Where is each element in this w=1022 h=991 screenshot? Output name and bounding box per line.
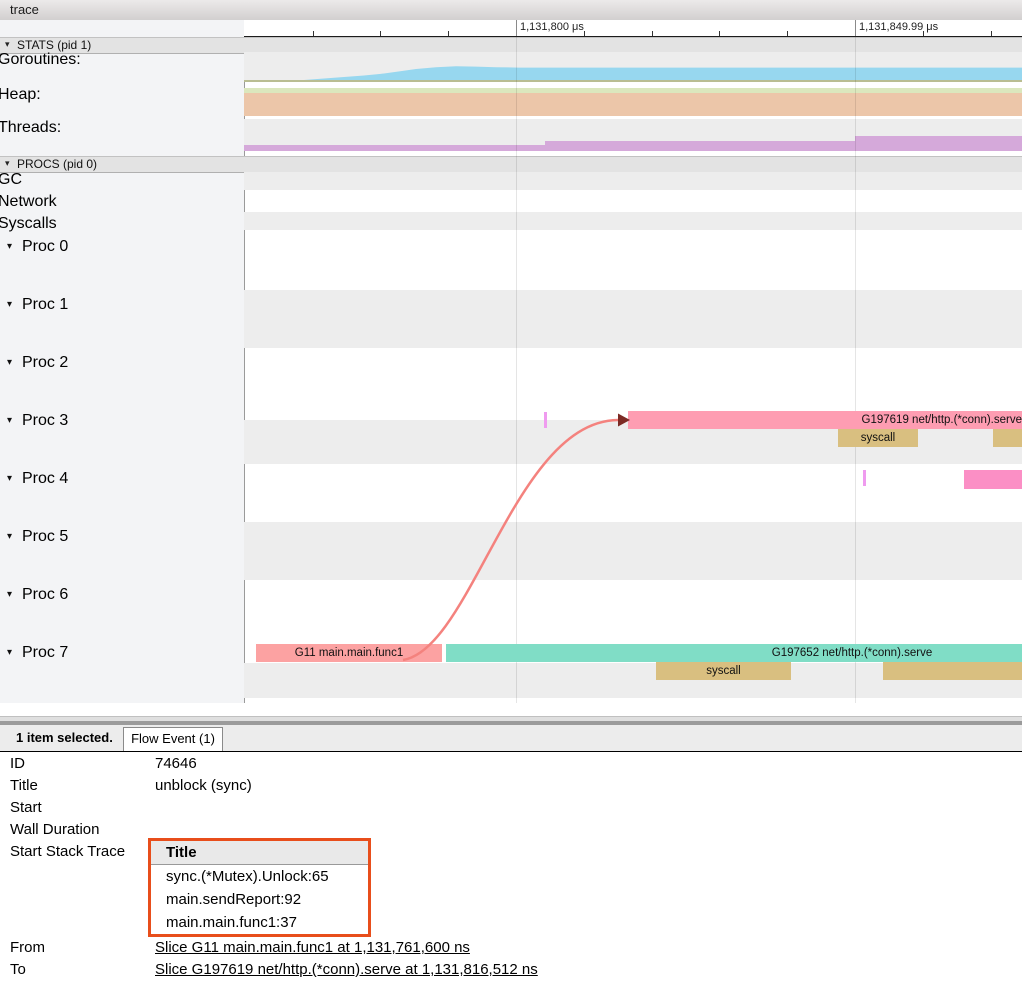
field-value-id: 74646: [155, 755, 197, 772]
gridline: [516, 37, 517, 703]
proc6-triangle-icon[interactable]: ▾: [7, 586, 12, 604]
selection-count: 1 item selected.: [16, 725, 113, 751]
field-label-id: ID: [10, 755, 25, 772]
proc7-syscall-slice[interactable]: syscall: [656, 662, 791, 680]
track-label-goroutines: Goroutines:: [0, 51, 81, 69]
ruler-minor-tick: [652, 31, 653, 36]
track-label-heap: Heap:: [0, 86, 41, 104]
window-titlebar: trace: [0, 0, 1022, 21]
ruler-label: 1,131,849.99 μs: [859, 21, 938, 33]
proc7-triangle-icon[interactable]: ▾: [7, 644, 12, 662]
proc5-track[interactable]: [244, 522, 1022, 580]
ruler-major-tick: 1,131,800 μs: [516, 20, 584, 36]
goroutines-baseline: [244, 80, 1022, 82]
slice-g197619[interactable]: G197619 net/http.(*conn).serve: [628, 411, 1022, 429]
heap-area-chart[interactable]: [244, 93, 1022, 116]
trace-viewer-window: trace 1,131,800 μs 1,131,849.99 μs ▾ STA…: [0, 0, 1022, 991]
proc3-syscall-slice-2[interactable]: [993, 429, 1022, 447]
track-label-proc4: Proc 4: [22, 470, 68, 488]
collapse-triangle-icon[interactable]: ▾: [5, 39, 10, 50]
proc3-syscall-slice[interactable]: syscall: [838, 429, 918, 447]
track-label-proc6: Proc 6: [22, 586, 68, 604]
procs-section-label: PROCS (pid 0): [17, 157, 97, 172]
gc-track[interactable]: [244, 172, 1022, 190]
procs-section-header[interactable]: ▾ PROCS (pid 0): [0, 156, 1022, 173]
track-label-proc7: Proc 7: [22, 644, 68, 662]
ruler-minor-tick: [584, 31, 585, 36]
track-label-network: Network: [0, 193, 57, 211]
ruler-minor-tick: [448, 31, 449, 36]
stack-trace-table-highlight: Title sync.(*Mutex).Unlock:65 main.sendR…: [148, 838, 371, 937]
proc1-triangle-icon[interactable]: ▾: [7, 296, 12, 314]
threads-area-seg1: [244, 145, 545, 151]
field-label-from: From: [10, 939, 45, 956]
threads-area-seg3: [855, 136, 1022, 151]
stack-frame: main.main.func1:37: [151, 911, 368, 934]
slice-g197652-label: G197652 net/http.(*conn).serve: [702, 644, 1002, 662]
timeline-ruler[interactable]: 1,131,800 μs 1,131,849.99 μs: [244, 20, 1022, 38]
track-label-threads: Threads:: [0, 119, 61, 137]
from-slice-link[interactable]: Slice G11 main.main.func1 at 1,131,761,6…: [155, 939, 470, 956]
ruler-label: 1,131,800 μs: [520, 21, 584, 33]
track-label-column: [0, 52, 245, 703]
track-label-gc: GC: [0, 171, 22, 189]
ruler-minor-tick: [380, 31, 381, 36]
ruler-corner: [0, 20, 245, 37]
stack-table-header: Title: [151, 841, 368, 865]
field-label-to: To: [10, 961, 26, 978]
gridline: [855, 37, 856, 703]
stack-frame: main.sendReport:92: [151, 888, 368, 911]
ruler-minor-tick: [719, 31, 720, 36]
track-label-proc1: Proc 1: [22, 296, 68, 314]
ruler-minor-tick: [923, 31, 924, 36]
tab-flow-event[interactable]: Flow Event (1): [123, 727, 223, 751]
syscalls-track[interactable]: [244, 212, 1022, 230]
field-label-wall-duration: Wall Duration: [10, 821, 99, 838]
field-label-start: Start: [10, 799, 42, 816]
slice-g197652[interactable]: G197652 net/http.(*conn).serve: [446, 644, 1022, 662]
track-label-proc0: Proc 0: [22, 238, 68, 256]
ruler-minor-tick: [991, 31, 992, 36]
proc1-track[interactable]: [244, 290, 1022, 348]
field-label-title: Title: [10, 777, 38, 794]
proc3-triangle-icon[interactable]: ▾: [7, 412, 12, 430]
ruler-minor-tick: [313, 31, 314, 36]
proc4-slice[interactable]: [964, 470, 1022, 489]
ruler-major-tick: 1,131,849.99 μs: [855, 20, 938, 36]
slice-g11[interactable]: G11 main.main.func1: [256, 644, 442, 662]
track-label-syscalls: Syscalls: [0, 215, 57, 233]
proc0-triangle-icon[interactable]: ▾: [7, 238, 12, 256]
proc5-triangle-icon[interactable]: ▾: [7, 528, 12, 546]
proc4-triangle-icon[interactable]: ▾: [7, 470, 12, 488]
track-label-proc5: Proc 5: [22, 528, 68, 546]
goroutines-area-chart: [244, 52, 1022, 82]
collapse-triangle-icon[interactable]: ▾: [5, 158, 10, 169]
proc7-syscall-slice-2[interactable]: [883, 662, 1022, 680]
track-label-proc2: Proc 2: [22, 354, 68, 372]
proc3-event-tick[interactable]: [544, 412, 547, 428]
field-label-start-stack-trace: Start Stack Trace: [10, 843, 125, 860]
stack-frame: sync.(*Mutex).Unlock:65: [151, 865, 368, 888]
window-title: trace: [10, 2, 39, 17]
proc4-event-tick[interactable]: [863, 470, 866, 486]
proc2-triangle-icon[interactable]: ▾: [7, 354, 12, 372]
track-label-proc3: Proc 3: [22, 412, 68, 430]
threads-area-seg2: [545, 141, 855, 151]
analysis-tabbar: 1 item selected. Flow Event (1): [0, 725, 1022, 752]
ruler-minor-tick: [787, 31, 788, 36]
to-slice-link[interactable]: Slice G197619 net/http.(*conn).serve at …: [155, 961, 538, 978]
field-value-title: unblock (sync): [155, 777, 252, 794]
